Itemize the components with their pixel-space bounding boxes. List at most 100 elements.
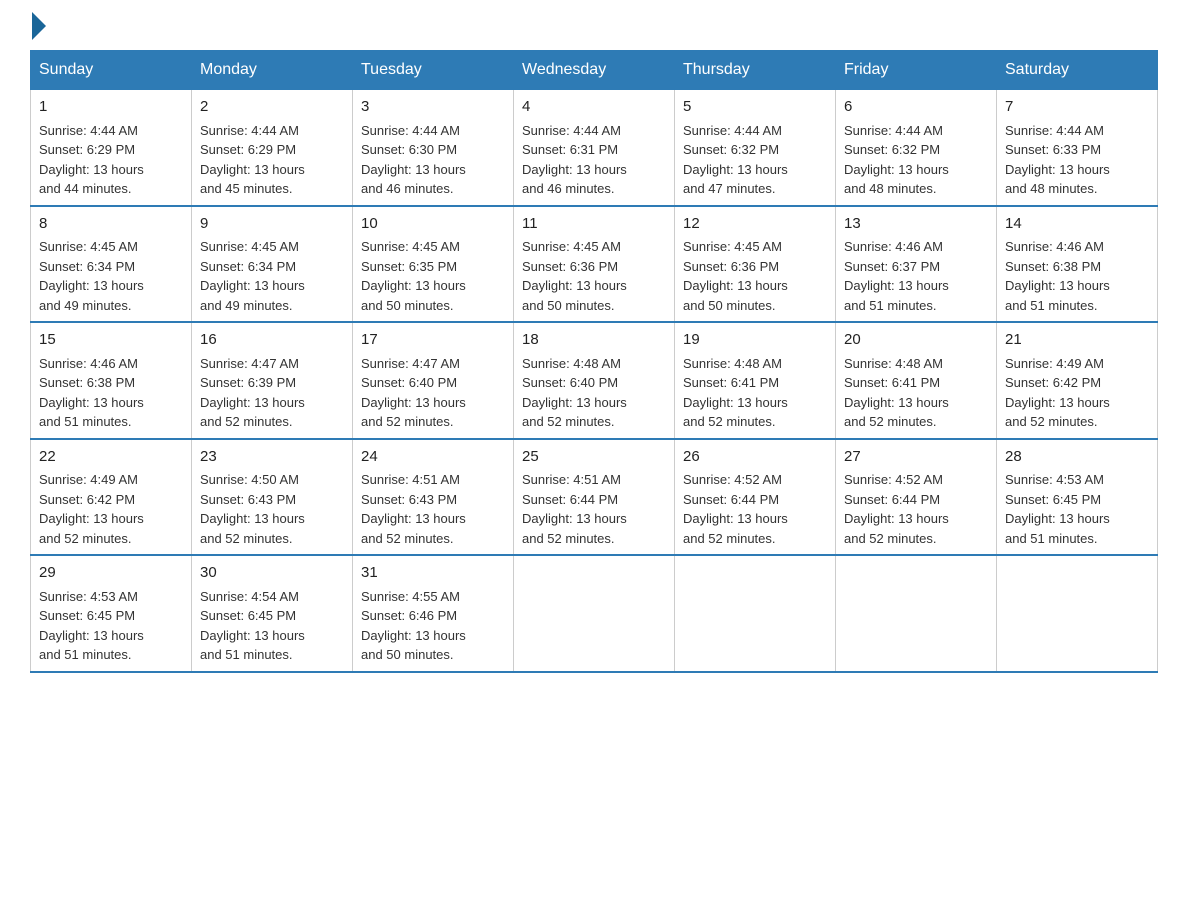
weekday-header-row: SundayMondayTuesdayWednesdayThursdayFrid…	[31, 51, 1158, 90]
calendar-cell: 9 Sunrise: 4:45 AM Sunset: 6:34 PM Dayli…	[192, 206, 353, 323]
day-number: 7	[1005, 96, 1149, 119]
calendar-cell: 19 Sunrise: 4:48 AM Sunset: 6:41 PM Dayl…	[675, 322, 836, 439]
day-number: 16	[200, 329, 344, 352]
day-number: 18	[522, 329, 666, 352]
day-info: Sunrise: 4:51 AM Sunset: 6:43 PM Dayligh…	[361, 470, 505, 548]
calendar-cell: 4 Sunrise: 4:44 AM Sunset: 6:31 PM Dayli…	[514, 90, 675, 206]
calendar-cell: 23 Sunrise: 4:50 AM Sunset: 6:43 PM Dayl…	[192, 439, 353, 556]
day-number: 13	[844, 213, 988, 236]
day-info: Sunrise: 4:44 AM Sunset: 6:32 PM Dayligh…	[683, 121, 827, 199]
calendar-cell: 20 Sunrise: 4:48 AM Sunset: 6:41 PM Dayl…	[836, 322, 997, 439]
week-row-3: 15 Sunrise: 4:46 AM Sunset: 6:38 PM Dayl…	[31, 322, 1158, 439]
logo	[30, 20, 46, 40]
calendar-cell: 16 Sunrise: 4:47 AM Sunset: 6:39 PM Dayl…	[192, 322, 353, 439]
calendar-cell: 29 Sunrise: 4:53 AM Sunset: 6:45 PM Dayl…	[31, 555, 192, 672]
day-number: 2	[200, 96, 344, 119]
logo-arrow-icon	[32, 12, 46, 40]
calendar-cell: 15 Sunrise: 4:46 AM Sunset: 6:38 PM Dayl…	[31, 322, 192, 439]
day-info: Sunrise: 4:46 AM Sunset: 6:37 PM Dayligh…	[844, 237, 988, 315]
calendar-cell: 6 Sunrise: 4:44 AM Sunset: 6:32 PM Dayli…	[836, 90, 997, 206]
day-number: 11	[522, 213, 666, 236]
day-info: Sunrise: 4:45 AM Sunset: 6:34 PM Dayligh…	[200, 237, 344, 315]
day-number: 10	[361, 213, 505, 236]
calendar-cell: 7 Sunrise: 4:44 AM Sunset: 6:33 PM Dayli…	[997, 90, 1158, 206]
day-number: 5	[683, 96, 827, 119]
day-info: Sunrise: 4:46 AM Sunset: 6:38 PM Dayligh…	[1005, 237, 1149, 315]
weekday-header-friday: Friday	[836, 51, 997, 90]
day-number: 6	[844, 96, 988, 119]
weekday-header-wednesday: Wednesday	[514, 51, 675, 90]
calendar-cell: 2 Sunrise: 4:44 AM Sunset: 6:29 PM Dayli…	[192, 90, 353, 206]
day-info: Sunrise: 4:55 AM Sunset: 6:46 PM Dayligh…	[361, 587, 505, 665]
weekday-header-saturday: Saturday	[997, 51, 1158, 90]
weekday-header-monday: Monday	[192, 51, 353, 90]
day-number: 15	[39, 329, 183, 352]
day-number: 26	[683, 446, 827, 469]
page-header	[30, 20, 1158, 40]
day-info: Sunrise: 4:44 AM Sunset: 6:31 PM Dayligh…	[522, 121, 666, 199]
calendar-cell: 22 Sunrise: 4:49 AM Sunset: 6:42 PM Dayl…	[31, 439, 192, 556]
weekday-header-sunday: Sunday	[31, 51, 192, 90]
day-number: 9	[200, 213, 344, 236]
day-number: 25	[522, 446, 666, 469]
calendar-cell	[514, 555, 675, 672]
day-number: 19	[683, 329, 827, 352]
day-info: Sunrise: 4:45 AM Sunset: 6:34 PM Dayligh…	[39, 237, 183, 315]
day-number: 22	[39, 446, 183, 469]
day-number: 23	[200, 446, 344, 469]
day-info: Sunrise: 4:49 AM Sunset: 6:42 PM Dayligh…	[1005, 354, 1149, 432]
calendar-cell: 25 Sunrise: 4:51 AM Sunset: 6:44 PM Dayl…	[514, 439, 675, 556]
calendar-table: SundayMondayTuesdayWednesdayThursdayFrid…	[30, 50, 1158, 673]
day-info: Sunrise: 4:48 AM Sunset: 6:41 PM Dayligh…	[683, 354, 827, 432]
day-info: Sunrise: 4:49 AM Sunset: 6:42 PM Dayligh…	[39, 470, 183, 548]
calendar-cell: 1 Sunrise: 4:44 AM Sunset: 6:29 PM Dayli…	[31, 90, 192, 206]
day-info: Sunrise: 4:53 AM Sunset: 6:45 PM Dayligh…	[1005, 470, 1149, 548]
day-info: Sunrise: 4:44 AM Sunset: 6:29 PM Dayligh…	[200, 121, 344, 199]
calendar-cell	[997, 555, 1158, 672]
day-info: Sunrise: 4:44 AM Sunset: 6:29 PM Dayligh…	[39, 121, 183, 199]
day-number: 4	[522, 96, 666, 119]
calendar-cell: 31 Sunrise: 4:55 AM Sunset: 6:46 PM Dayl…	[353, 555, 514, 672]
day-info: Sunrise: 4:44 AM Sunset: 6:30 PM Dayligh…	[361, 121, 505, 199]
day-info: Sunrise: 4:50 AM Sunset: 6:43 PM Dayligh…	[200, 470, 344, 548]
day-info: Sunrise: 4:45 AM Sunset: 6:35 PM Dayligh…	[361, 237, 505, 315]
calendar-cell: 5 Sunrise: 4:44 AM Sunset: 6:32 PM Dayli…	[675, 90, 836, 206]
calendar-cell: 14 Sunrise: 4:46 AM Sunset: 6:38 PM Dayl…	[997, 206, 1158, 323]
day-info: Sunrise: 4:48 AM Sunset: 6:41 PM Dayligh…	[844, 354, 988, 432]
calendar-cell: 8 Sunrise: 4:45 AM Sunset: 6:34 PM Dayli…	[31, 206, 192, 323]
day-number: 31	[361, 562, 505, 585]
day-number: 20	[844, 329, 988, 352]
day-info: Sunrise: 4:53 AM Sunset: 6:45 PM Dayligh…	[39, 587, 183, 665]
day-number: 21	[1005, 329, 1149, 352]
calendar-cell	[836, 555, 997, 672]
calendar-cell: 11 Sunrise: 4:45 AM Sunset: 6:36 PM Dayl…	[514, 206, 675, 323]
weekday-header-thursday: Thursday	[675, 51, 836, 90]
day-number: 1	[39, 96, 183, 119]
day-info: Sunrise: 4:44 AM Sunset: 6:33 PM Dayligh…	[1005, 121, 1149, 199]
day-number: 29	[39, 562, 183, 585]
calendar-cell: 24 Sunrise: 4:51 AM Sunset: 6:43 PM Dayl…	[353, 439, 514, 556]
day-info: Sunrise: 4:51 AM Sunset: 6:44 PM Dayligh…	[522, 470, 666, 548]
calendar-cell: 17 Sunrise: 4:47 AM Sunset: 6:40 PM Dayl…	[353, 322, 514, 439]
day-info: Sunrise: 4:47 AM Sunset: 6:39 PM Dayligh…	[200, 354, 344, 432]
day-info: Sunrise: 4:47 AM Sunset: 6:40 PM Dayligh…	[361, 354, 505, 432]
day-info: Sunrise: 4:48 AM Sunset: 6:40 PM Dayligh…	[522, 354, 666, 432]
day-info: Sunrise: 4:46 AM Sunset: 6:38 PM Dayligh…	[39, 354, 183, 432]
calendar-cell: 27 Sunrise: 4:52 AM Sunset: 6:44 PM Dayl…	[836, 439, 997, 556]
day-number: 27	[844, 446, 988, 469]
week-row-4: 22 Sunrise: 4:49 AM Sunset: 6:42 PM Dayl…	[31, 439, 1158, 556]
day-info: Sunrise: 4:44 AM Sunset: 6:32 PM Dayligh…	[844, 121, 988, 199]
day-info: Sunrise: 4:45 AM Sunset: 6:36 PM Dayligh…	[683, 237, 827, 315]
weekday-header-tuesday: Tuesday	[353, 51, 514, 90]
calendar-cell: 26 Sunrise: 4:52 AM Sunset: 6:44 PM Dayl…	[675, 439, 836, 556]
calendar-cell	[675, 555, 836, 672]
day-info: Sunrise: 4:52 AM Sunset: 6:44 PM Dayligh…	[683, 470, 827, 548]
day-number: 14	[1005, 213, 1149, 236]
day-number: 3	[361, 96, 505, 119]
week-row-2: 8 Sunrise: 4:45 AM Sunset: 6:34 PM Dayli…	[31, 206, 1158, 323]
day-number: 28	[1005, 446, 1149, 469]
day-number: 8	[39, 213, 183, 236]
calendar-cell: 12 Sunrise: 4:45 AM Sunset: 6:36 PM Dayl…	[675, 206, 836, 323]
week-row-5: 29 Sunrise: 4:53 AM Sunset: 6:45 PM Dayl…	[31, 555, 1158, 672]
day-number: 17	[361, 329, 505, 352]
